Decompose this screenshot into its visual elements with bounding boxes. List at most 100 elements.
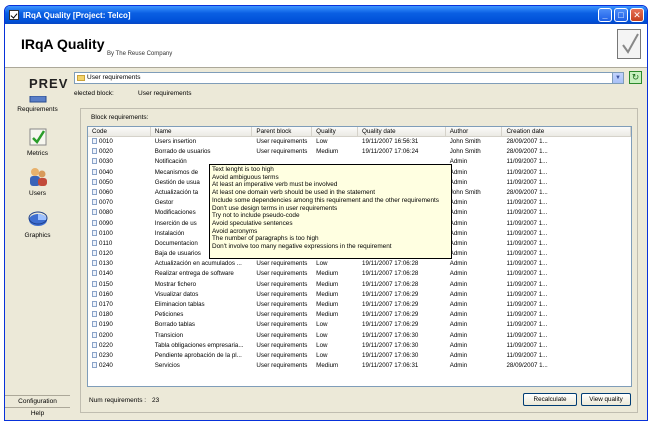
table-cell: 11/09/2007 1...	[506, 331, 548, 339]
table-cell: Borrado tablas	[154, 321, 196, 329]
table-cell: 0130	[88, 259, 151, 269]
column-header[interactable]: Name	[151, 127, 253, 136]
app-title: IRqA Quality	[21, 36, 105, 52]
help-button[interactable]: Help	[5, 407, 70, 419]
minimize-button[interactable]: _	[598, 8, 612, 22]
tooltip-line: Text lenght is too high	[212, 166, 274, 173]
table-cell: 11/09/2007 1...	[506, 209, 548, 217]
table-row[interactable]: 0190 Borrado tablas User requirements Low 19…	[88, 320, 631, 330]
close-button[interactable]: ✕	[630, 8, 644, 22]
table-cell: Low	[316, 321, 328, 329]
requirement-code: 0170	[99, 301, 113, 308]
block-selector[interactable]: User requirements ▼	[74, 72, 624, 84]
table-cell: User requirements	[256, 260, 308, 268]
requirement-code: 0100	[99, 229, 113, 237]
table-cell: 0020	[88, 147, 151, 157]
table-row[interactable]: 0150 Mostrar fichero User requirements Medi…	[88, 280, 631, 290]
table-cell: Admin	[449, 250, 468, 258]
column-header[interactable]: Code	[88, 127, 151, 136]
table-cell: 0070	[88, 198, 151, 208]
table-cell: 19/11/2007 17:06:28	[362, 280, 419, 288]
table-cell: 28/09/2007 1...	[506, 362, 548, 370]
sidebar-item-metrics[interactable]: Metrics	[5, 126, 70, 157]
table-cell: User requirements	[256, 290, 308, 298]
table-cell: 0080	[88, 208, 151, 218]
table-cell: John Smith	[449, 188, 481, 196]
chevron-down-icon[interactable]: ▼	[612, 73, 623, 83]
table-cell: 19/11/2007 17:06:28	[362, 260, 419, 268]
requirement-code: 0030	[99, 158, 113, 166]
title-bar[interactable]: IRqA Quality [Project: Telco] _ □ ✕	[5, 6, 647, 24]
table-cell: Actualización en acumulados ...	[154, 260, 242, 268]
requirements-icon	[27, 95, 49, 104]
requirement-code: 0110	[99, 239, 113, 247]
configuration-button[interactable]: Configuration	[5, 395, 70, 407]
table-row[interactable]: 0200 Transicion User requirements Low 19/11/…	[88, 331, 631, 341]
table-cell: Servicios	[154, 362, 180, 370]
sidebar-item-label: Users	[29, 190, 46, 197]
table-row[interactable]: 0140 Realizar entrega de software User req…	[88, 269, 631, 279]
table-cell: 0040	[88, 168, 151, 178]
table-row[interactable]: 0020 Borrado de usuarios User requirements…	[88, 147, 631, 157]
document-icon	[92, 178, 97, 185]
sidebar-item-requirements[interactable]: Requirements	[5, 95, 70, 113]
table-cell: 11/09/2007 1...	[506, 199, 548, 207]
column-header[interactable]: Creation date	[502, 127, 631, 136]
app-icon	[9, 10, 19, 20]
table-row[interactable]: 0240 Servicios User requirements Medium 19/1…	[88, 361, 631, 371]
column-header[interactable]: Parent block	[252, 127, 313, 136]
table-cell: Pendiente aprobación de la pl...	[154, 351, 242, 359]
table-row[interactable]: 0230 Pendiente aprobación de la pl... User…	[88, 351, 631, 361]
requirement-code: 0240	[99, 362, 113, 370]
table-cell: Mostrar fichero	[154, 280, 197, 288]
table-cell: Medium	[316, 270, 339, 278]
column-header[interactable]: Quality date	[358, 127, 446, 136]
table-row[interactable]: 0220 Tabla obligaciones empresaria... User…	[88, 341, 631, 351]
maximize-button[interactable]: □	[614, 8, 628, 22]
table-cell: 0060	[88, 188, 151, 198]
table-header: Code Name Parent block Quality Quality date A…	[88, 127, 631, 137]
document-icon	[92, 311, 97, 318]
sidebar-item-graphics[interactable]: Graphics	[5, 208, 70, 239]
table-row[interactable]: 0170 Eliminacion tablas User requirements M…	[88, 300, 631, 310]
recalculate-button[interactable]: Recalculate	[523, 393, 577, 406]
table-cell: Admin	[449, 362, 468, 370]
table-cell: 28/09/2007 1...	[506, 188, 548, 196]
app-header: IRqA Quality By The Reuse Company	[5, 24, 647, 68]
sidebar-item-users[interactable]: Users	[5, 166, 70, 197]
document-icon	[92, 362, 97, 369]
document-icon	[92, 199, 97, 206]
table-cell: Low	[316, 341, 328, 349]
table-cell: Admin	[449, 260, 468, 268]
column-header[interactable]: Author	[446, 127, 503, 136]
table-cell: User requirements	[256, 321, 308, 329]
table-cell: 11/09/2007 1...	[506, 270, 548, 278]
table-cell: Visualizar datos	[154, 290, 199, 298]
table-cell: 28/09/2007 1...	[506, 138, 548, 145]
table-row[interactable]: 0160 Visualizar datos User requirements Med…	[88, 290, 631, 300]
main-content: User requirements ▼ ↻ elected block: Use…	[70, 68, 647, 420]
table-row[interactable]: 0130 Actualización en acumulados ... User …	[88, 259, 631, 269]
tooltip-line: Avoid ambiguous terms	[212, 173, 279, 181]
table-cell: 0120	[88, 249, 151, 259]
tooltip-line: Avoid speculative sentences	[212, 219, 293, 227]
column-header[interactable]: Quality	[312, 127, 359, 136]
requirement-code: 0150	[99, 280, 113, 288]
table-cell: Peticiones	[154, 311, 184, 319]
table-cell: 19/11/2007 17:06:29	[362, 290, 419, 298]
document-icon	[92, 158, 97, 165]
table-cell: 11/09/2007 1...	[506, 341, 548, 349]
table-cell: Admin	[449, 301, 468, 308]
table-cell: Admin	[449, 341, 468, 349]
table-row[interactable]: 0010 Users insertion User requirements Low 1…	[88, 137, 631, 147]
refresh-icon[interactable]: ↻	[629, 71, 642, 84]
table-cell: 11/09/2007 1...	[506, 351, 548, 359]
table-row[interactable]: 0180 Peticiones User requirements Medium 19/…	[88, 310, 631, 320]
requirement-code: 0040	[99, 168, 113, 176]
panel-label: Block requirements:	[91, 114, 149, 121]
sidebar-bottom: Configuration Help	[5, 395, 70, 419]
table-cell: Low	[316, 260, 328, 268]
table-cell: 19/11/2007 17:06:29	[362, 311, 419, 319]
view-quality-button[interactable]: View quality	[581, 393, 631, 406]
block-requirements-panel: Block requirements: Code Name Parent block…	[80, 108, 638, 413]
